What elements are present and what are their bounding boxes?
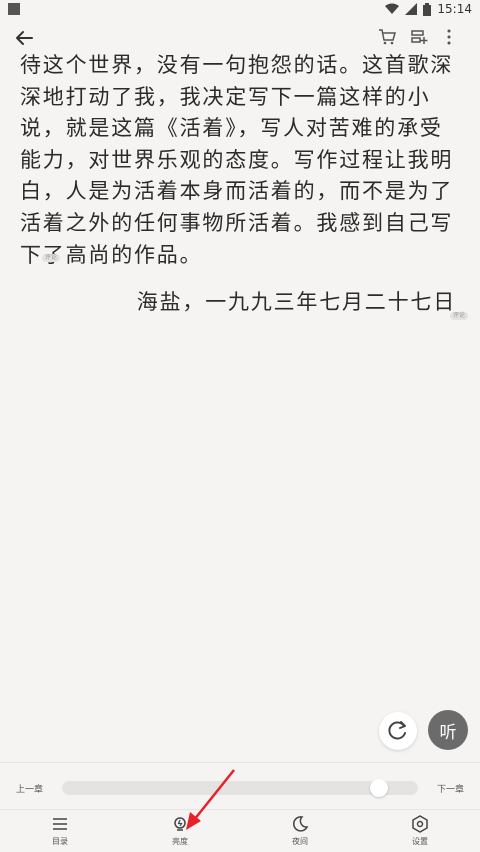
wifi-icon xyxy=(385,3,400,14)
back-arrow-icon[interactable] xyxy=(12,26,36,50)
notification-icon xyxy=(8,3,20,15)
nav-item-settings[interactable]: 设置 xyxy=(360,813,480,851)
listen-button[interactable]: 听 xyxy=(428,710,468,750)
cart-icon[interactable] xyxy=(378,28,396,46)
nav-label: 设置 xyxy=(412,837,428,846)
signature-line: 海盐，一九九三年七月二十七日 xyxy=(136,290,456,314)
brightness-icon xyxy=(174,817,186,831)
bottom-control-panel: 上一章 下一章 目录 亮度 夜间 设置 xyxy=(0,762,480,852)
divider xyxy=(0,809,480,810)
nav-item-night-mode[interactable]: 夜间 xyxy=(240,813,360,851)
next-chapter-button[interactable]: 下一章 xyxy=(437,782,464,795)
add-bookshelf-icon[interactable] xyxy=(410,28,428,46)
nav-item-brightness[interactable]: 亮度 xyxy=(120,813,240,851)
moon-icon xyxy=(292,816,309,832)
settings-icon xyxy=(412,815,428,833)
status-bar: 15:14 xyxy=(0,0,480,20)
battery-icon xyxy=(423,2,432,16)
bottom-nav: 目录 亮度 夜间 设置 xyxy=(0,813,480,851)
nav-label: 目录 xyxy=(52,837,68,846)
previous-chapter-button[interactable]: 上一章 xyxy=(16,782,43,795)
more-menu-icon[interactable] xyxy=(440,28,458,46)
chapter-progress-slider[interactable] xyxy=(62,781,418,795)
comment-badge[interactable]: 评论 xyxy=(42,254,61,262)
chapter-text: 待这个世界，没有一句抱怨的话。这首歌深深地打动了我，我决定写下一篇这样的小说，就… xyxy=(20,50,464,271)
progress-slider-thumb[interactable] xyxy=(369,779,388,797)
refresh-icon xyxy=(388,721,406,740)
comment-badge[interactable]: 评论 xyxy=(450,312,469,320)
nav-item-catalog[interactable]: 目录 xyxy=(0,813,120,851)
status-time: 15:14 xyxy=(437,2,472,16)
listen-label: 听 xyxy=(439,722,457,743)
nav-label: 夜间 xyxy=(292,837,308,846)
nav-label: 亮度 xyxy=(172,837,188,846)
cellular-icon xyxy=(405,3,418,15)
list-icon xyxy=(53,818,67,830)
chapter-paragraph: 待这个世界，没有一句抱怨的话。这首歌深深地打动了我，我决定写下一篇这样的小说，就… xyxy=(20,53,454,267)
auto-page-button[interactable] xyxy=(379,712,417,750)
